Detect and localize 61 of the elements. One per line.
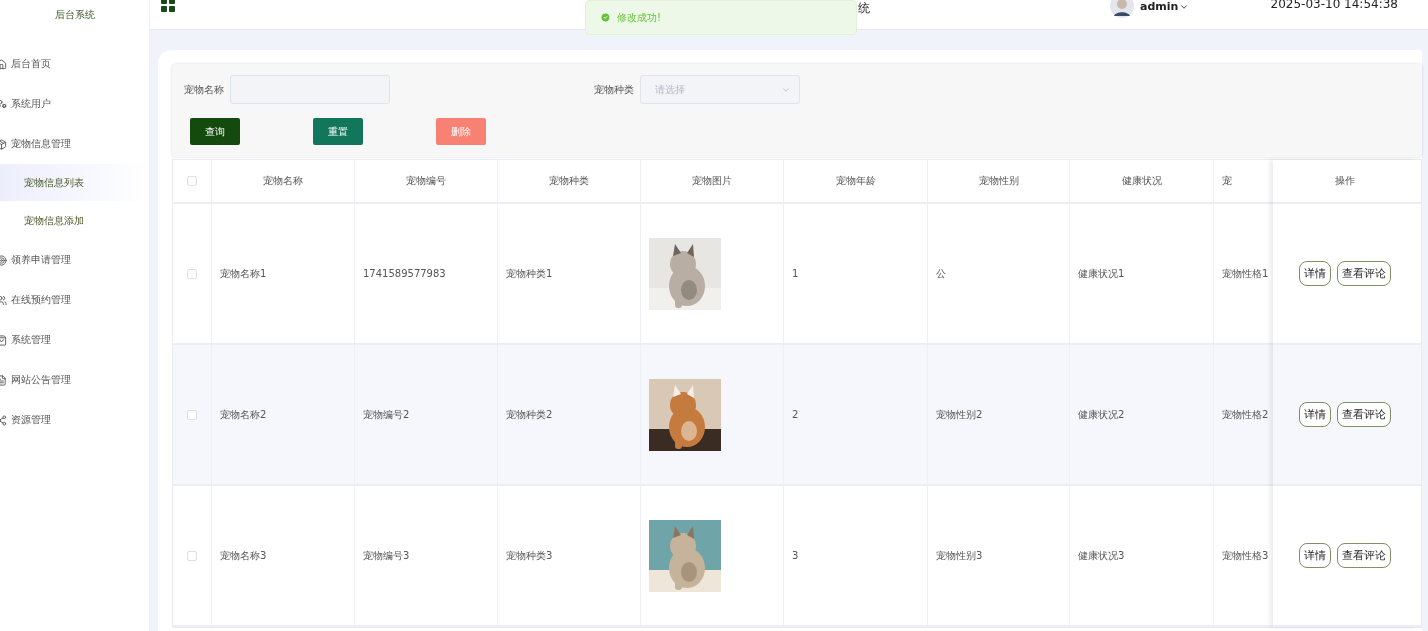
sidebar-item[interactable]: 领养申请管理: [0, 240, 149, 280]
column-header: 宠物名称: [263, 174, 303, 188]
column-header: 宠: [1222, 174, 1232, 188]
table-cell: 宠物性别2: [936, 407, 983, 422]
table-cell: 宠物性格1: [1222, 266, 1269, 281]
table-cell: 健康状况1: [1078, 266, 1125, 281]
details-button[interactable]: 详情: [1299, 402, 1331, 427]
column-header: 操作: [1335, 174, 1355, 188]
input-field[interactable]: [230, 75, 390, 104]
column-header: 健康状况: [1121, 174, 1162, 188]
table-cell: 1741589577983: [363, 268, 446, 279]
checkbox[interactable]: [187, 268, 197, 279]
column-header: 宠物编号: [406, 174, 446, 188]
submenu-item[interactable]: 宠物信息添加: [0, 202, 149, 239]
comments-button[interactable]: 查看评论: [1337, 402, 1391, 427]
reset-button[interactable]: 重置: [313, 118, 363, 145]
comments-button[interactable]: 查看评论: [1337, 261, 1391, 286]
toast-message: 修改成功!: [617, 10, 661, 25]
field-label: 宠物种类: [594, 82, 634, 97]
checkbox[interactable]: [187, 409, 197, 420]
sidebar-item[interactable]: 资源管理: [0, 400, 149, 440]
field-label: 宠物名称: [184, 82, 224, 97]
sidebar-item[interactable]: 在线预约管理: [0, 280, 149, 320]
sidebar-item[interactable]: 后台首页: [0, 44, 149, 84]
table-cell: 健康状况3: [1078, 548, 1125, 563]
table-cell: 健康状况2: [1078, 407, 1125, 422]
table-cell: 公: [936, 266, 946, 281]
sidebar-item[interactable]: 系统管理: [0, 320, 149, 360]
checkbox[interactable]: [187, 176, 197, 186]
table-cell: 宠物编号2: [363, 407, 410, 422]
success-icon: [600, 12, 611, 23]
avatar-icon[interactable]: [1110, 0, 1134, 18]
column-header: 宠物年龄: [835, 174, 876, 188]
query-button[interactable]: 查询: [190, 118, 240, 145]
grid-icon[interactable]: [160, 0, 176, 13]
table-cell: 宠物种类3: [506, 548, 553, 563]
table-cell: 3: [792, 550, 799, 561]
sidebar-title: 后台系统: [53, 8, 96, 22]
sidebar-item[interactable]: 网站公告管理: [0, 360, 149, 400]
sidebar-item[interactable]: 系统用户: [0, 84, 149, 124]
checkbox[interactable]: [187, 550, 197, 561]
user-menu[interactable]: admin: [1140, 0, 1190, 13]
table-cell: 宠物名称2: [220, 407, 267, 422]
column-header: 宠物图片: [692, 174, 732, 188]
details-button[interactable]: 详情: [1299, 543, 1331, 568]
sidebar-item[interactable]: 宠物信息管理: [0, 124, 149, 164]
table-cell: 1: [792, 268, 799, 279]
table-cell: 宠物名称3: [220, 548, 267, 563]
table-cell: 宠物名称1: [220, 266, 267, 281]
table-cell: 宠物编号3: [363, 548, 410, 563]
table-cell: 宠物种类1: [506, 266, 553, 281]
comments-button[interactable]: 查看评论: [1337, 543, 1391, 568]
details-button[interactable]: 详情: [1299, 261, 1331, 286]
header-title: 统: [858, 1, 870, 15]
column-header: 宠物种类: [549, 174, 589, 188]
table-cell: 2: [792, 409, 799, 420]
table-cell: 宠物性格2: [1222, 407, 1269, 422]
table-cell: 宠物性格3: [1222, 548, 1269, 563]
table-cell: 宠物种类2: [506, 407, 553, 422]
table-cell: 宠物性别3: [936, 548, 983, 563]
column-header: 宠物性别: [978, 174, 1019, 188]
